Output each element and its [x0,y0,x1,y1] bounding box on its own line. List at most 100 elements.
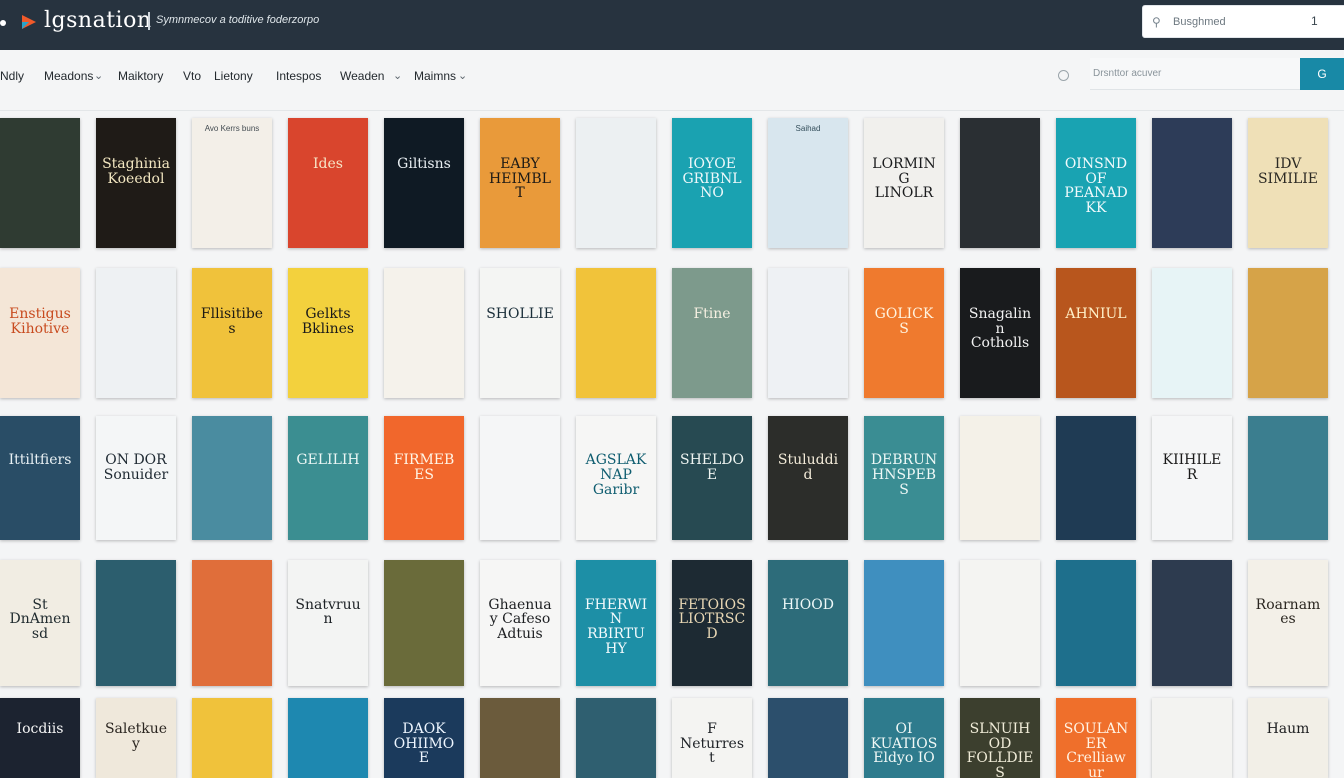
book-title: ON DOR Sonuider [103,452,169,483]
book-cover[interactable] [960,416,1040,540]
book-cover[interactable]: Giltisns [384,118,464,248]
book-cover[interactable]: Ides [288,118,368,248]
book-cover[interactable]: DEBRUN HNSPEBS [864,416,944,540]
chevron-down-icon[interactable]: ⌄ [458,69,467,82]
book-title: FHERWIN RBIRTUHY [584,596,648,657]
book-cover[interactable]: IDV SIMILIE [1248,118,1328,248]
book-cover[interactable] [96,268,176,398]
book-cover[interactable]: Ittiltfiers [0,416,80,540]
book-cover[interactable] [1248,268,1328,398]
book-cover[interactable]: Gelkts Bklines [288,268,368,398]
book-cover[interactable] [768,268,848,398]
book-cover[interactable] [576,268,656,398]
chevron-down-icon[interactable]: ⌄ [94,69,103,82]
book-title: AGSLAKNAP Garibr [585,452,647,498]
nav-item-maimns[interactable]: Maimns [414,69,456,83]
book-title: AHNIUL [1065,306,1127,322]
book-cover[interactable] [0,118,80,248]
book-cover[interactable] [1152,560,1232,686]
nav-item-maiktory[interactable]: Maiktory [118,69,163,83]
book-cover[interactable] [192,698,272,778]
book-cover[interactable]: FIRMEBES [384,416,464,540]
nav-item-meadons[interactable]: Meadons [44,69,93,83]
book-title: Enstigus Kihotive [9,306,71,337]
book-cover[interactable]: Haum [1248,698,1328,778]
book-cover[interactable]: AGSLAKNAP Garibr [576,416,656,540]
book-cover[interactable]: SOULANER Crelliawur [1056,698,1136,778]
book-cover[interactable]: FETOIOS LIOTRSCD [672,560,752,686]
book-cover[interactable]: Snatvruun [288,560,368,686]
book-cover[interactable] [960,560,1040,686]
book-cover[interactable]: SHOLLIE [480,268,560,398]
app-name[interactable]: lgsnation [44,8,152,33]
nav-item-vto[interactable]: Vto [183,69,201,83]
book-cover[interactable] [576,698,656,778]
book-cover[interactable]: Stuluddid [768,416,848,540]
book-cover[interactable]: Staghinia Koeedol [96,118,176,248]
book-cover[interactable]: OINSND OF PEANADKK [1056,118,1136,248]
book-cover[interactable]: LORMING LINOLR [864,118,944,248]
book-cover[interactable] [192,560,272,686]
book-cover[interactable]: Saletkuey [96,698,176,778]
book-cover[interactable] [96,560,176,686]
book-title: Roarnames [1255,596,1321,628]
book-cover[interactable]: SHELDOE [672,416,752,540]
header-search[interactable]: ⚲ Busghmed 1 [1142,5,1344,38]
book-cover[interactable]: F Neturrest [672,698,752,778]
nav-item-intespos[interactable]: Intespos [276,69,321,83]
book-cover[interactable] [1056,416,1136,540]
main-search-field[interactable]: Drsnttor acuver [1090,58,1300,90]
book-cover[interactable]: Iocdiis [0,698,80,778]
book-cover[interactable]: EABY HEIMBLT [480,118,560,248]
book-cover[interactable] [480,416,560,540]
book-cover[interactable]: Enstigus Kihotive [0,268,80,398]
book-cover[interactable] [1152,698,1232,778]
book-cover[interactable] [480,698,560,778]
book-title: Giltisns [397,156,451,172]
book-cover[interactable] [1152,268,1232,398]
book-cover[interactable] [384,268,464,398]
book-cover[interactable]: OI KUATIOS Eldyo IO [864,698,944,778]
book-title: FETOIOS LIOTRSCD [678,596,746,643]
book-cover[interactable] [768,698,848,778]
book-cover[interactable] [576,118,656,248]
book-cover[interactable] [1248,416,1328,540]
chevron-down-icon[interactable]: ⌄ [393,69,402,82]
book-title: FIRMEBES [393,452,455,483]
book-cover[interactable]: HIOOD [768,560,848,686]
info-icon[interactable] [1058,70,1069,81]
book-cover[interactable] [1152,118,1232,248]
category-nav: Ndly Meadons ⌄ Maiktory Vto Lietony Inte… [0,50,1344,111]
book-cover[interactable]: GELILIH [288,416,368,540]
book-cover[interactable] [384,560,464,686]
nav-item-ndly[interactable]: Ndly [0,69,24,83]
book-cover[interactable] [864,560,944,686]
book-cover[interactable]: Ftine [672,268,752,398]
book-cover[interactable]: Snagalinn Cotholls [960,268,1040,398]
book-cover[interactable]: FHERWIN RBIRTUHY [576,560,656,686]
search-button[interactable]: G [1300,58,1344,90]
book-cover[interactable]: Roarnames [1248,560,1328,686]
book-cover[interactable] [1056,560,1136,686]
nav-item-lietony[interactable]: Lietony [214,69,253,83]
book-cover[interactable]: Fllisitibes [192,268,272,398]
book-cover[interactable] [192,416,272,540]
book-cover[interactable]: GOLICKS [864,268,944,398]
app-logo-icon [22,15,36,29]
book-title: IOYOE GRIBNLNO [682,156,742,202]
book-cover[interactable]: Saihad [768,118,848,248]
book-cover[interactable]: SLNUIHOD FOLLDIES [960,698,1040,778]
book-cover[interactable]: AHNIUL [1056,268,1136,398]
book-cover[interactable] [960,118,1040,248]
book-cover[interactable]: Ghaenuay Cafeso Adtuis [480,560,560,686]
book-title: GELILIH [296,452,360,469]
nav-item-weaden[interactable]: Weaden [340,69,384,83]
book-cover[interactable] [288,698,368,778]
book-title: SOULANER Crelliawur [1063,721,1129,778]
book-cover[interactable]: KIIHILER [1152,416,1232,540]
book-cover[interactable]: Avo Kerrs buns [192,118,272,248]
book-cover[interactable]: St DnAmensd [0,560,80,686]
book-cover[interactable]: DAOK OHIIMOE [384,698,464,778]
book-cover[interactable]: ON DOR Sonuider [96,416,176,540]
book-cover[interactable]: IOYOE GRIBNLNO [672,118,752,248]
